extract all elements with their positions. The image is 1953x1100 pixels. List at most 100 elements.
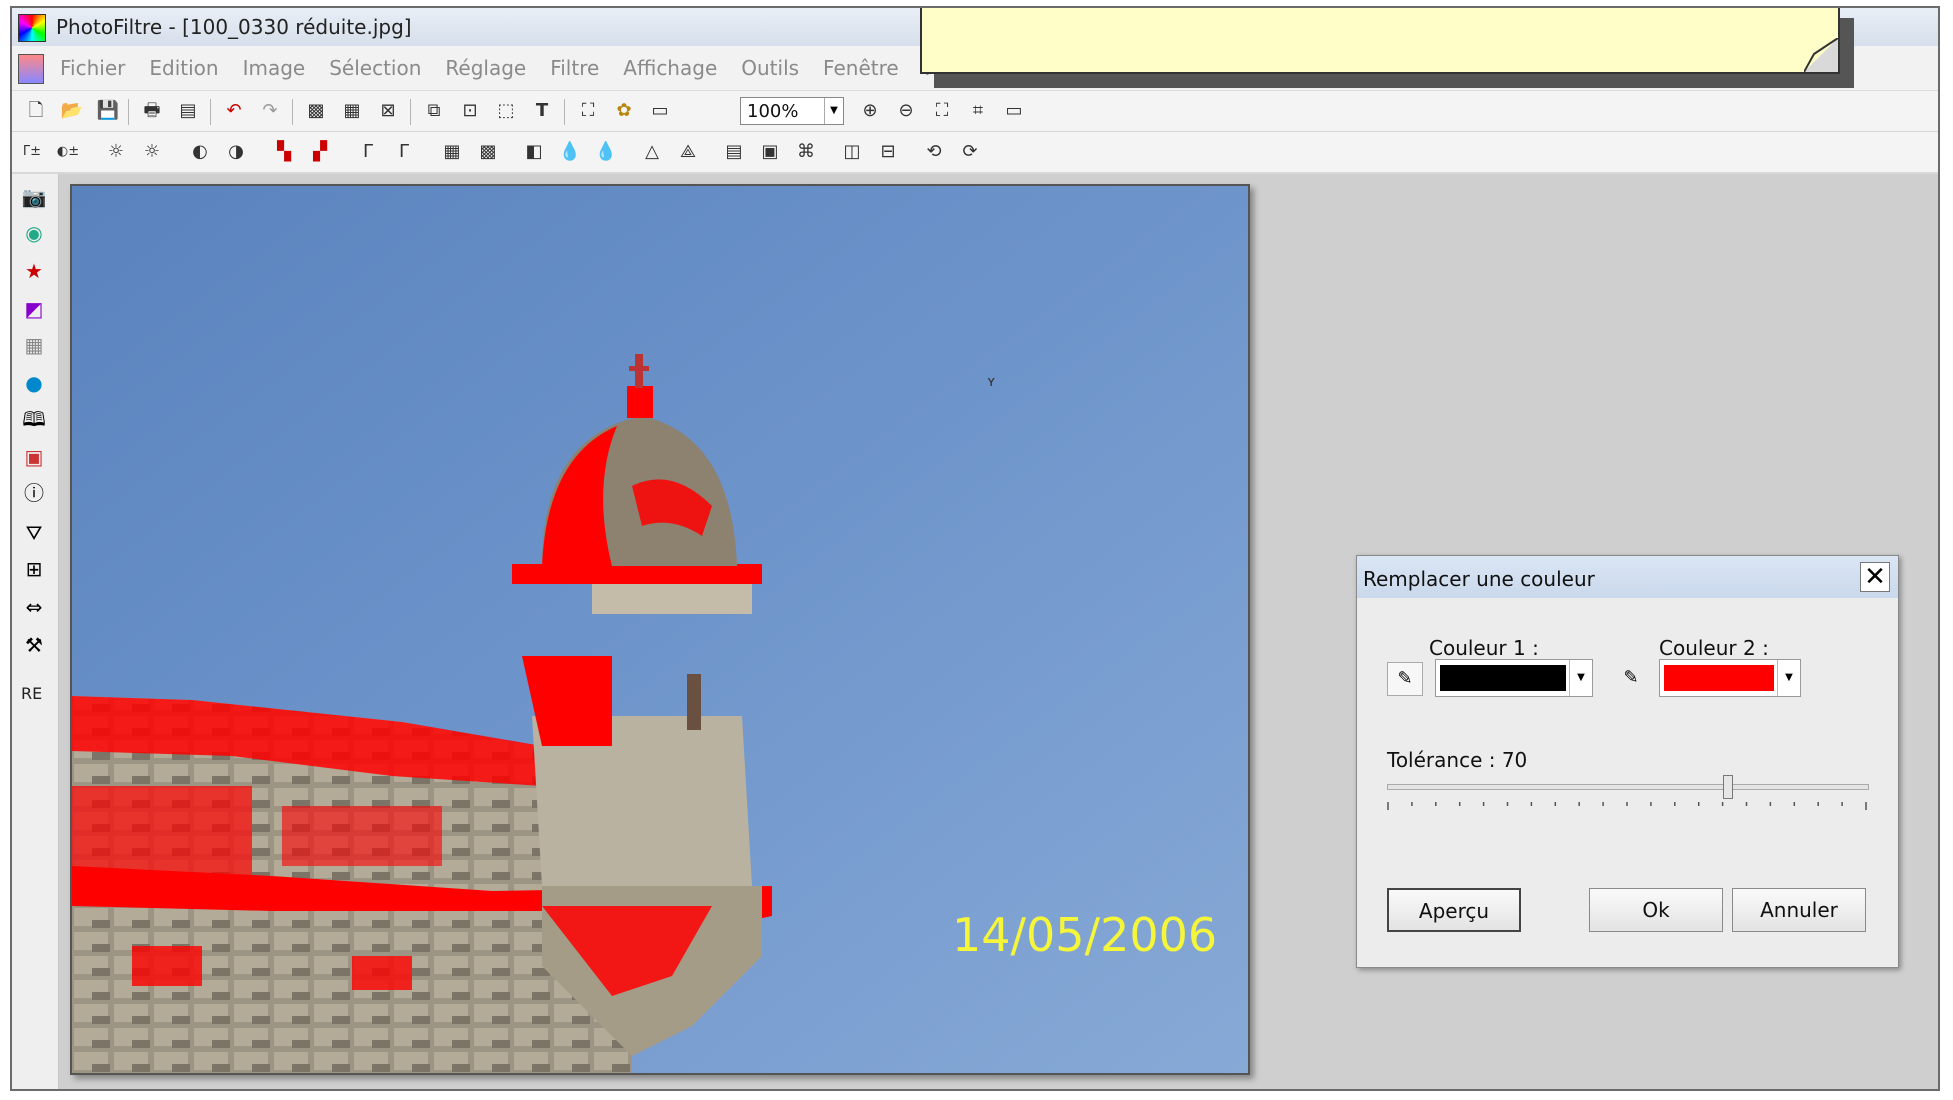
info-icon[interactable]: ⓘ bbox=[21, 480, 47, 506]
contrast-minus-icon[interactable]: ◐ bbox=[188, 140, 212, 164]
tolerance-slider-track[interactable] bbox=[1387, 784, 1869, 790]
menu-items: Fichier Edition Image Sélection Réglage … bbox=[60, 56, 957, 80]
brightness-plus-icon[interactable]: ☼ bbox=[140, 140, 164, 164]
color2-dropdown-icon[interactable]: ▼ bbox=[1777, 660, 1800, 696]
sharpen-more-icon[interactable]: ⟁ bbox=[676, 140, 700, 164]
transform-icon[interactable]: ⌘ bbox=[794, 140, 818, 164]
window-icon[interactable]: ▭ bbox=[648, 99, 672, 123]
print-icon[interactable]: 🖶 bbox=[140, 99, 164, 123]
menu-fichier[interactable]: Fichier bbox=[60, 56, 125, 80]
canvas-size-icon[interactable]: ⊡ bbox=[458, 99, 482, 123]
auto-contrast-icon[interactable]: ◐± bbox=[56, 140, 80, 164]
pattern-icon[interactable]: ▦ bbox=[21, 332, 47, 358]
text-tool-icon[interactable]: T bbox=[530, 99, 554, 123]
zoom-select[interactable]: 100% ▼ bbox=[740, 97, 844, 125]
texture-filter-icon[interactable]: ▩ bbox=[476, 140, 500, 164]
camera-icon[interactable]: 📷 bbox=[21, 184, 47, 210]
ok-button[interactable]: Ok bbox=[1589, 888, 1723, 932]
mirror-icon[interactable]: ⇔ bbox=[21, 594, 47, 620]
rotate-right-icon[interactable]: ⟳ bbox=[958, 140, 982, 164]
image-canvas[interactable]: ʏ 14/05/2006 bbox=[70, 184, 1250, 1075]
toolbar-separator bbox=[564, 99, 565, 125]
pyramid-icon[interactable]: ⛛ bbox=[21, 520, 47, 546]
wall-red-patch bbox=[72, 786, 252, 876]
filter-toolbar: Γ± ◐± ☼ ☼ ◐ ◑ ▚ ▞ Γ Γ ▦ ▩ ◧ 💧 💧 △ ⟁ ▤ ▣ … bbox=[12, 132, 1938, 173]
eyedropper-icon[interactable]: ✎ bbox=[1387, 662, 1423, 696]
blur-icon[interactable]: 💧 bbox=[558, 140, 582, 164]
menu-selection[interactable]: Sélection bbox=[329, 56, 421, 80]
sharpen-icon[interactable]: △ bbox=[640, 140, 664, 164]
color1-dropdown-icon[interactable]: ▼ bbox=[1569, 660, 1592, 696]
blur-more-icon[interactable]: 💧 bbox=[594, 140, 618, 164]
color1-select[interactable]: ▼ bbox=[1435, 659, 1593, 697]
menu-reglage[interactable]: Réglage bbox=[445, 56, 526, 80]
menu-outils[interactable]: Outils bbox=[741, 56, 799, 80]
image-size-icon[interactable]: ⧉ bbox=[422, 99, 446, 123]
lower-red-patch bbox=[352, 956, 412, 990]
actual-size-icon[interactable]: ⌗ bbox=[966, 99, 990, 123]
automation-icon[interactable]: ✿ bbox=[612, 99, 636, 123]
preview-button[interactable]: Aperçu bbox=[1387, 888, 1521, 932]
window-title: PhotoFiltre - [100_0330 réduite.jpg] bbox=[56, 15, 412, 39]
menu-filtre[interactable]: Filtre bbox=[550, 56, 599, 80]
saturation-plus-icon[interactable]: ▞ bbox=[308, 140, 332, 164]
zoom-out-icon[interactable]: ⊖ bbox=[894, 99, 918, 123]
tolerance-ticks bbox=[1387, 802, 1867, 810]
grid-filter-icon[interactable]: ▦ bbox=[440, 140, 464, 164]
turret-cornice bbox=[512, 564, 762, 584]
zoom-in-icon[interactable]: ⊕ bbox=[858, 99, 882, 123]
emboss-icon[interactable]: ◧ bbox=[522, 140, 546, 164]
gamma-plus-icon[interactable]: Γ bbox=[392, 140, 416, 164]
tolerance-slider-thumb[interactable] bbox=[1723, 775, 1733, 799]
gradient-fill-icon[interactable]: ◩ bbox=[21, 296, 47, 322]
crop-selection-icon[interactable]: ⬚ bbox=[494, 99, 518, 123]
save-icon[interactable]: 💾 bbox=[96, 99, 120, 123]
lower-red-patch bbox=[132, 946, 202, 986]
eyedropper-icon[interactable]: ✎ bbox=[1613, 662, 1649, 696]
globe-icon[interactable]: ◉ bbox=[21, 220, 47, 246]
menu-edition[interactable]: Edition bbox=[149, 56, 218, 80]
rotate-left-icon[interactable]: ⟲ bbox=[922, 140, 946, 164]
cancel-button[interactable]: Annuler bbox=[1732, 888, 1866, 932]
contrast-plus-icon[interactable]: ◑ bbox=[224, 140, 248, 164]
image-frame-icon[interactable]: ▣ bbox=[758, 140, 782, 164]
document-menu-icon[interactable] bbox=[18, 54, 44, 84]
brightness-minus-icon[interactable]: ☼ bbox=[104, 140, 128, 164]
color-palette-icon[interactable]: ▦ bbox=[340, 99, 364, 123]
star-icon[interactable]: ★ bbox=[21, 258, 47, 284]
toolbar-separator bbox=[410, 99, 411, 125]
redo-icon[interactable]: ↷ bbox=[258, 99, 282, 123]
fit-window-icon[interactable]: ⛶ bbox=[930, 99, 954, 123]
menu-fenetre[interactable]: Fenêtre bbox=[823, 56, 899, 80]
menu-affichage[interactable]: Affichage bbox=[623, 56, 717, 80]
flip-horizontal-icon[interactable]: ◫ bbox=[840, 140, 864, 164]
toolbar-separator bbox=[210, 99, 211, 125]
scan-icon[interactable]: ▤ bbox=[176, 99, 200, 123]
dialog-title-bar: Remplacer une couleur ✕ bbox=[1357, 556, 1898, 598]
tool-wrench-icon[interactable]: ⚒ bbox=[21, 632, 47, 658]
color2-select[interactable]: ▼ bbox=[1659, 659, 1801, 697]
grayscale-icon[interactable]: ▩ bbox=[304, 99, 328, 123]
turret-window bbox=[687, 674, 701, 730]
circle-icon[interactable]: ● bbox=[21, 370, 47, 396]
app-icon[interactable] bbox=[18, 14, 46, 42]
book-icon[interactable]: 🕮 bbox=[21, 406, 47, 432]
flip-vertical-icon[interactable]: ⊟ bbox=[876, 140, 900, 164]
close-icon[interactable]: ✕ bbox=[1860, 562, 1890, 592]
main-toolbar: 🗋 📂 💾 🖶 ▤ ↶ ↷ ▩ ▦ ⊠ ⧉ ⊡ ⬚ T ⛶ ✿ ▭ 100% ▼… bbox=[12, 91, 1938, 132]
menu-image[interactable]: Image bbox=[243, 56, 306, 80]
new-file-icon[interactable]: 🗋 bbox=[24, 99, 48, 123]
saturation-minus-icon[interactable]: ▚ bbox=[272, 140, 296, 164]
picture-icon[interactable]: ▣ bbox=[21, 444, 47, 470]
zoom-dropdown-arrow-icon[interactable]: ▼ bbox=[824, 98, 843, 124]
open-folder-icon[interactable]: 📂 bbox=[60, 99, 84, 123]
tiles-icon[interactable]: ⊞ bbox=[21, 556, 47, 582]
fullscreen-icon[interactable]: ▭ bbox=[1002, 99, 1026, 123]
explorer-icon[interactable]: ⛶ bbox=[576, 99, 600, 123]
gamma-minus-icon[interactable]: Γ bbox=[356, 140, 380, 164]
undo-icon[interactable]: ↶ bbox=[222, 99, 246, 123]
photo-svg: ʏ 14/05/2006 bbox=[72, 186, 1248, 1073]
transparency-icon[interactable]: ⊠ bbox=[376, 99, 400, 123]
gradient-icon[interactable]: ▤ bbox=[722, 140, 746, 164]
auto-levels-icon[interactable]: Γ± bbox=[20, 140, 44, 164]
